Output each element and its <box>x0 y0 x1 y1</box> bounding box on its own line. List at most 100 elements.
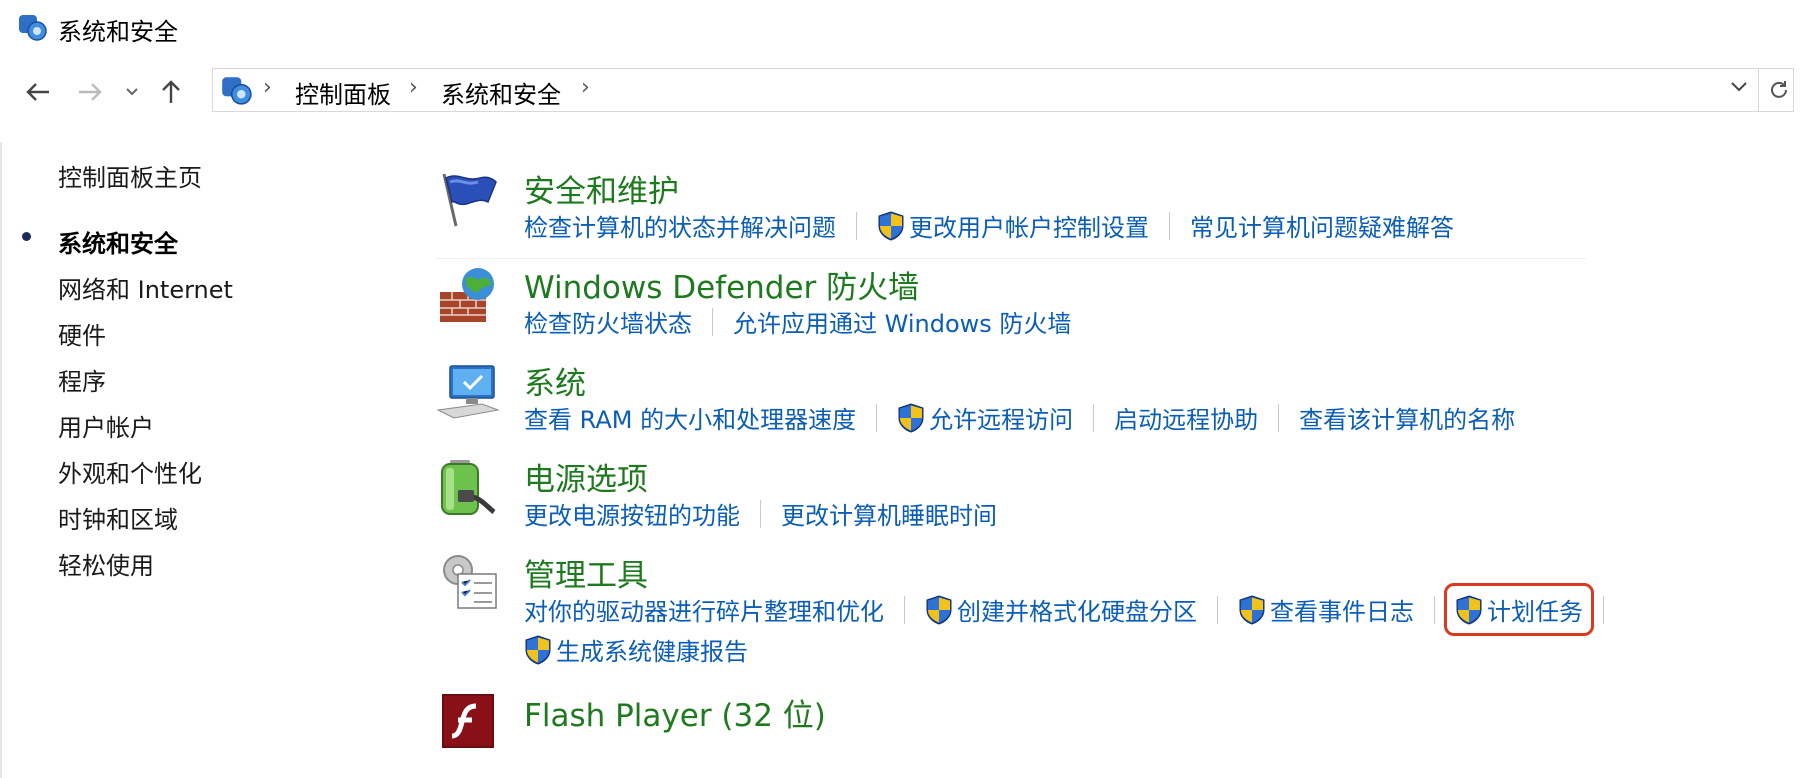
address-bar[interactable]: › 控制面板 › 系统和安全 › <box>212 68 1794 112</box>
category-links-admin-tools: 对你的驱动器进行碎片整理和优化 创建并格式化硬盘分区 查看事件日志 计划任务 <box>524 583 1624 636</box>
link-system-health-report[interactable]: 生成系统健康报告 <box>524 632 748 667</box>
category-title-firewall[interactable]: Windows Defender 防火墙 <box>524 262 919 307</box>
forward-button[interactable] <box>72 72 108 112</box>
breadcrumb-control-panel[interactable]: 控制面板 <box>295 75 391 110</box>
link-label: 允许应用通过 Windows 防火墙 <box>733 310 1072 338</box>
link-view-computer-name[interactable]: 查看该计算机的名称 <box>1299 400 1515 435</box>
up-button[interactable] <box>154 72 188 112</box>
chevron-down-icon <box>126 88 138 96</box>
category-title-security-maintenance[interactable]: 安全和维护 <box>524 166 679 211</box>
link-label: 更改电源按钮的功能 <box>524 502 740 530</box>
link-create-format-partition[interactable]: 创建并格式化硬盘分区 <box>925 592 1197 627</box>
link-separator <box>760 499 761 528</box>
active-bullet <box>22 232 31 241</box>
category-links-power-options: 更改电源按钮的功能 更改计算机睡眠时间 <box>524 496 997 531</box>
window-border <box>0 142 2 778</box>
link-separator <box>1434 595 1435 624</box>
battery-icon[interactable] <box>436 456 500 520</box>
uac-shield-icon <box>1455 595 1483 625</box>
chevron-right-icon[interactable]: › <box>581 75 590 100</box>
link-separator <box>1169 211 1170 240</box>
link-label: 更改用户帐户控制设置 <box>909 214 1149 242</box>
refresh-icon <box>1770 81 1787 98</box>
link-label: 查看事件日志 <box>1270 598 1414 626</box>
link-label: 查看该计算机的名称 <box>1299 406 1516 434</box>
link-separator <box>904 595 905 624</box>
link-view-event-logs[interactable]: 查看事件日志 <box>1238 592 1414 627</box>
left-nav-network-internet[interactable]: 网络和 Internet <box>58 270 233 305</box>
link-allow-remote-access[interactable]: 允许远程访问 <box>897 400 1073 435</box>
admin-tools-icon[interactable] <box>436 552 500 616</box>
flag-icon[interactable] <box>436 168 500 232</box>
control-panel-icon <box>222 77 252 105</box>
category-links-firewall: 检查防火墙状态 允许应用通过 Windows 防火墙 <box>524 304 1071 339</box>
chevron-right-icon[interactable]: › <box>409 75 418 100</box>
chevron-right-icon[interactable]: › <box>263 75 272 100</box>
uac-shield-icon <box>1238 595 1266 625</box>
link-separator <box>1603 595 1604 624</box>
uac-shield-icon <box>524 635 552 665</box>
link-allow-app-firewall[interactable]: 允许应用通过 Windows 防火墙 <box>733 304 1071 339</box>
link-view-ram[interactable]: 查看 RAM 的大小和处理器速度 <box>524 400 856 435</box>
breadcrumb-system-security[interactable]: 系统和安全 <box>441 75 561 110</box>
link-separator <box>1278 403 1280 432</box>
link-defragment[interactable]: 对你的驱动器进行碎片整理和优化 <box>524 592 884 627</box>
link-label: 常见计算机问题疑难解答 <box>1190 214 1454 242</box>
link-power-button-function[interactable]: 更改电源按钮的功能 <box>524 496 740 531</box>
link-separator <box>1093 403 1095 432</box>
link-change-uac[interactable]: 更改用户帐户控制设置 <box>877 208 1149 243</box>
left-nav-appearance[interactable]: 外观和个性化 <box>58 454 202 489</box>
link-label: 对你的驱动器进行碎片整理和优化 <box>524 598 884 626</box>
link-sleep-time[interactable]: 更改计算机睡眠时间 <box>781 496 997 531</box>
arrow-right-icon <box>79 83 102 101</box>
link-check-firewall[interactable]: 检查防火墙状态 <box>524 304 692 339</box>
category-links-security-maintenance: 检查计算机的状态并解决问题 更改用户帐户控制设置 常见计算机问题疑难解答 <box>524 208 1454 243</box>
arrow-up-icon <box>162 80 180 103</box>
uac-shield-icon <box>925 595 953 625</box>
category-divider <box>436 258 1586 259</box>
link-separator <box>712 307 713 336</box>
left-nav-programs[interactable]: 程序 <box>58 362 106 397</box>
computer-icon[interactable] <box>436 360 500 424</box>
link-label: 创建并格式化硬盘分区 <box>957 598 1197 626</box>
left-nav-clock-region[interactable]: 时钟和区域 <box>58 500 178 535</box>
link-label: 查看 RAM 的大小和处理器速度 <box>524 406 857 434</box>
control-panel-icon <box>19 15 47 41</box>
left-nav-control-panel-home[interactable]: 控制面板主页 <box>58 158 202 193</box>
firewall-icon[interactable] <box>436 264 500 328</box>
left-nav-system-security[interactable]: 系统和安全 <box>58 224 178 259</box>
recent-locations-button[interactable] <box>120 72 144 112</box>
uac-shield-icon <box>897 403 925 433</box>
link-separator <box>1217 595 1218 624</box>
category-title-system[interactable]: 系统 <box>524 358 586 403</box>
link-label: 检查计算机的状态并解决问题 <box>524 214 836 242</box>
left-nav-user-accounts[interactable]: 用户帐户 <box>58 408 154 443</box>
link-check-status[interactable]: 检查计算机的状态并解决问题 <box>524 208 836 243</box>
address-dropdown-button[interactable] <box>1729 75 1749 100</box>
category-title-power-options[interactable]: 电源选项 <box>524 454 648 499</box>
title-bar: 系统和安全 <box>0 0 1810 56</box>
link-label: 更改计算机睡眠时间 <box>781 502 997 530</box>
link-remote-assistance[interactable]: 启动远程协助 <box>1114 400 1258 435</box>
link-schedule-tasks[interactable]: 计划任务 <box>1444 583 1594 636</box>
link-label: 允许远程访问 <box>929 406 1074 434</box>
category-links-system: 查看 RAM 的大小和处理器速度 允许远程访问 启动远程协助 查看该计算机的名称 <box>524 400 1515 435</box>
category-title-admin-tools[interactable]: 管理工具 <box>524 550 648 595</box>
left-nav-hardware[interactable]: 硬件 <box>58 316 106 351</box>
refresh-button[interactable] <box>1758 68 1798 112</box>
link-label: 生成系统健康报告 <box>556 638 748 666</box>
category-links-admin-tools-row2: 生成系统健康报告 <box>524 632 748 667</box>
left-nav-ease-of-access[interactable]: 轻松使用 <box>58 546 154 581</box>
link-label: 启动远程协助 <box>1114 406 1259 434</box>
category-title-flash-player[interactable]: Flash Player (32 位) <box>524 690 826 735</box>
link-separator <box>856 211 857 240</box>
link-troubleshoot[interactable]: 常见计算机问题疑难解答 <box>1190 208 1454 243</box>
window-title: 系统和安全 <box>58 18 178 46</box>
chevron-down-icon <box>1731 82 1747 92</box>
back-button[interactable] <box>20 72 56 112</box>
link-separator <box>876 403 878 432</box>
link-label: 检查防火墙状态 <box>524 310 692 338</box>
uac-shield-icon <box>877 211 905 241</box>
link-label: 计划任务 <box>1487 598 1583 626</box>
flash-player-icon[interactable] <box>436 690 500 754</box>
